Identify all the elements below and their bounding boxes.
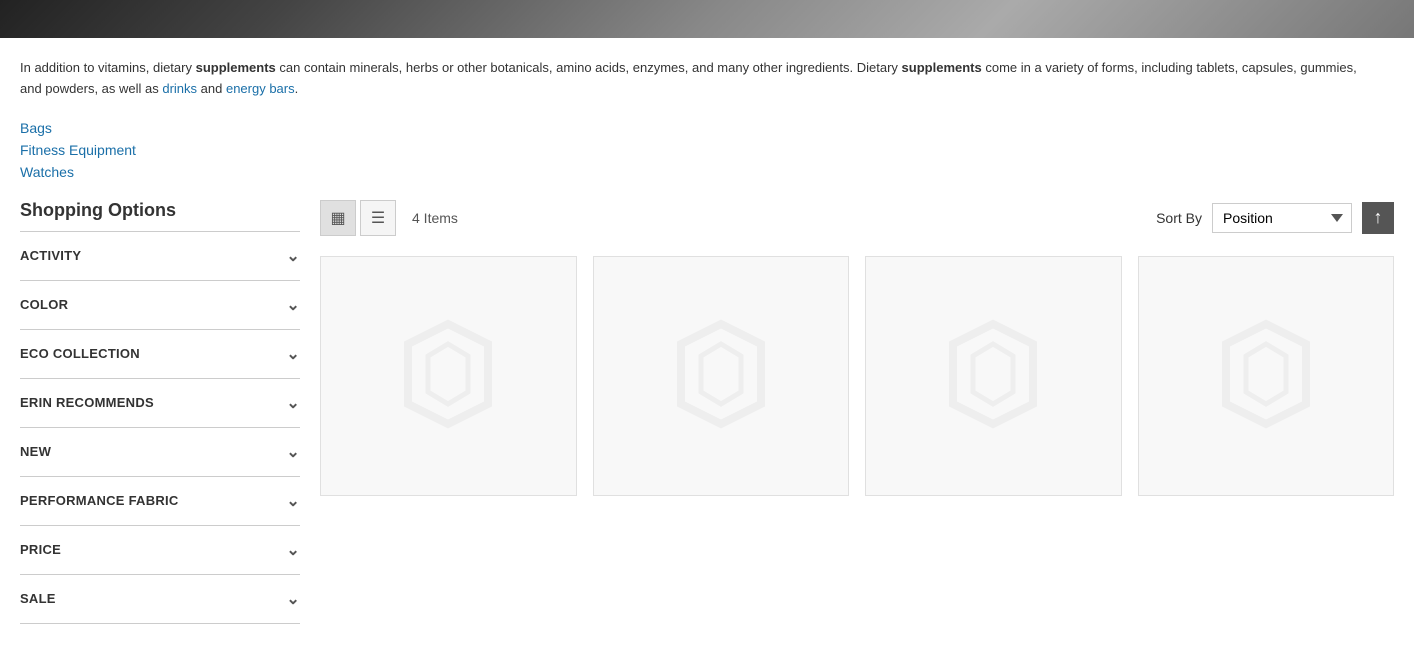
filter-new[interactable]: NEW ⌄ — [20, 428, 300, 477]
chevron-down-icon: ⌄ — [286, 491, 300, 511]
fitness-equipment-link[interactable]: Fitness Equipment — [20, 142, 1394, 158]
chevron-down-icon: ⌄ — [286, 589, 300, 609]
filter-erin-recommends-label: ERIN RECOMMENDS — [20, 395, 154, 410]
sidebar: Shopping Options ACTIVITY ⌄ COLOR ⌄ ECO … — [20, 200, 300, 624]
product-card[interactable] — [1138, 256, 1395, 496]
sort-label: Sort By — [1156, 210, 1202, 226]
toolbar: ▦ ☰ 4 Items Sort By Position Product Nam… — [320, 200, 1394, 236]
filter-color-label: COLOR — [20, 297, 68, 312]
product-card[interactable] — [865, 256, 1122, 496]
filter-color[interactable]: COLOR ⌄ — [20, 281, 300, 330]
filter-eco-collection-label: ECO COLLECTION — [20, 346, 140, 361]
filter-performance-fabric-label: PERFORMANCE FABRIC — [20, 493, 179, 508]
sort-area: Sort By Position Product Name Price ↑ — [1156, 202, 1394, 234]
filter-sale[interactable]: SALE ⌄ — [20, 575, 300, 624]
chevron-down-icon: ⌄ — [286, 246, 300, 266]
shopping-options-title: Shopping Options — [20, 200, 300, 232]
filter-eco-collection[interactable]: ECO COLLECTION ⌄ — [20, 330, 300, 379]
hero-banner — [0, 0, 1414, 38]
filter-performance-fabric[interactable]: PERFORMANCE FABRIC ⌄ — [20, 477, 300, 526]
content-area: ▦ ☰ 4 Items Sort By Position Product Nam… — [320, 200, 1394, 624]
filter-erin-recommends[interactable]: ERIN RECOMMENDS ⌄ — [20, 379, 300, 428]
items-count: 4 Items — [412, 210, 1156, 226]
description-area: In addition to vitamins, dietary supplem… — [0, 38, 1380, 110]
chevron-down-icon: ⌄ — [286, 344, 300, 364]
product-placeholder — [661, 314, 781, 437]
bags-link[interactable]: Bags — [20, 120, 1394, 136]
energy-bars-link[interactable]: energy bars — [226, 81, 295, 96]
chevron-down-icon: ⌄ — [286, 295, 300, 315]
chevron-down-icon: ⌄ — [286, 540, 300, 560]
filter-activity-label: ACTIVITY — [20, 248, 81, 263]
sort-select[interactable]: Position Product Name Price — [1212, 203, 1352, 233]
product-card[interactable] — [593, 256, 850, 496]
view-toggle: ▦ ☰ — [320, 200, 396, 236]
filter-activity[interactable]: ACTIVITY ⌄ — [20, 232, 300, 281]
watches-link[interactable]: Watches — [20, 164, 1394, 180]
chevron-down-icon: ⌄ — [286, 393, 300, 413]
filter-sale-label: SALE — [20, 591, 56, 606]
category-links: Bags Fitness Equipment Watches — [0, 110, 1414, 190]
description-text: In addition to vitamins, dietary supplem… — [20, 60, 1357, 96]
list-view-button[interactable]: ☰ — [360, 200, 396, 236]
products-grid — [320, 256, 1394, 496]
product-card[interactable] — [320, 256, 577, 496]
chevron-down-icon: ⌄ — [286, 442, 300, 462]
product-placeholder — [933, 314, 1053, 437]
drinks-link[interactable]: drinks — [162, 81, 197, 96]
product-placeholder — [388, 314, 508, 437]
filter-price-label: PRICE — [20, 542, 61, 557]
filter-price[interactable]: PRICE ⌄ — [20, 526, 300, 575]
product-placeholder — [1206, 314, 1326, 437]
grid-view-button[interactable]: ▦ — [320, 200, 356, 236]
filter-new-label: NEW — [20, 444, 51, 459]
main-layout: Shopping Options ACTIVITY ⌄ COLOR ⌄ ECO … — [0, 190, 1414, 634]
sort-asc-button[interactable]: ↑ — [1362, 202, 1394, 234]
